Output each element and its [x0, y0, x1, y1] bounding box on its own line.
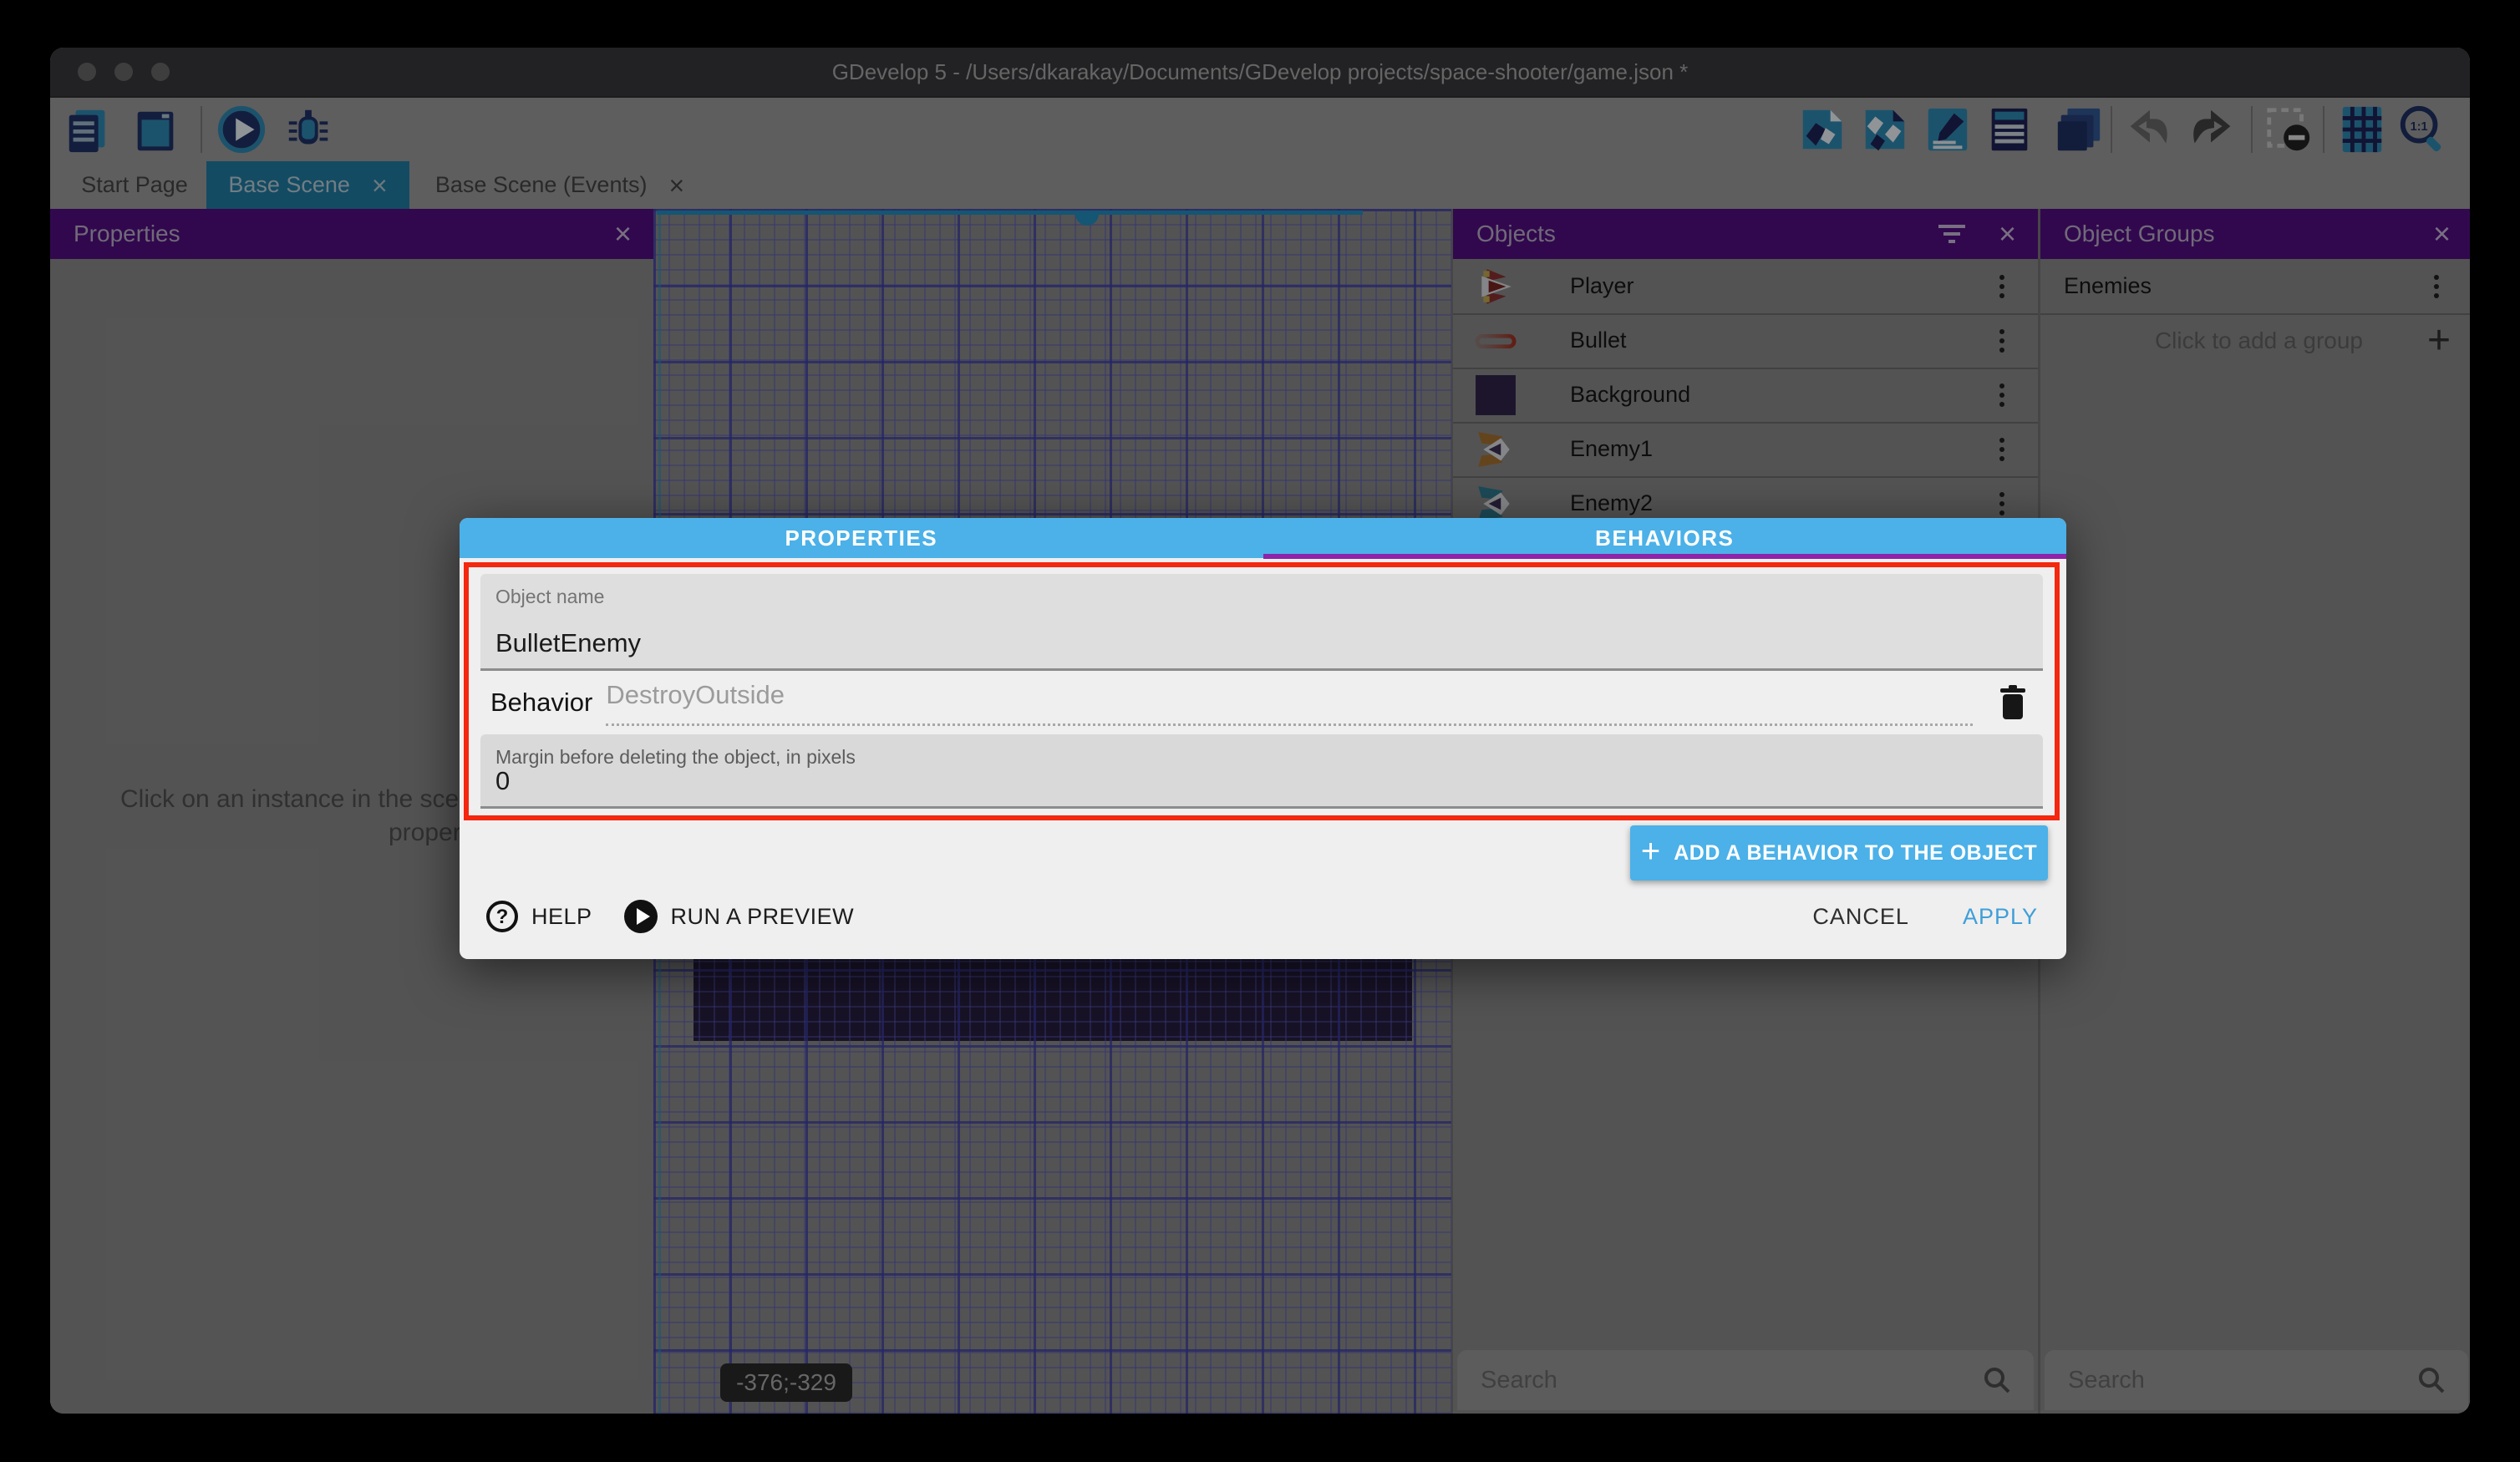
object-name-value: BulletEnemy [495, 628, 641, 658]
run-preview-label: RUN A PREVIEW [671, 904, 855, 930]
margin-label: Margin before deleting the object, in pi… [495, 746, 856, 769]
add-behavior-label: ADD A BEHAVIOR TO THE OBJECT [1674, 841, 2037, 866]
cancel-button[interactable]: CANCEL [1812, 904, 1909, 930]
run-preview-button[interactable]: RUN A PREVIEW [622, 898, 855, 935]
help-icon: ? [485, 899, 520, 934]
apply-button[interactable]: APPLY [1963, 904, 2038, 930]
dialog-tab-properties[interactable]: PROPERTIES [460, 518, 1263, 558]
margin-field[interactable]: Margin before deleting the object, in pi… [480, 734, 2043, 809]
active-tab-indicator [1263, 554, 2067, 559]
annotation-highlight-box: Object name BulletEnemy Behavior Destroy… [464, 562, 2060, 820]
dialog-footer: ? HELP RUN A PREVIEW CANCEL APPLY [485, 892, 2038, 941]
gdevelop-window: GDevelop 5 - /Users/dkarakay/Documents/G… [50, 48, 2470, 1414]
dialog-tab-header: PROPERTIES BEHAVIORS [460, 518, 2066, 558]
trash-icon [1998, 684, 2028, 721]
svg-text:?: ? [496, 906, 509, 928]
object-name-label: Object name [495, 586, 604, 608]
behavior-name-value: DestroyOutside [606, 680, 785, 710]
behavior-name-field[interactable]: DestroyOutside [606, 680, 1973, 726]
tab-label: BEHAVIORS [1595, 525, 1734, 551]
object-editor-dialog: PROPERTIES BEHAVIORS Object name BulletE… [460, 518, 2066, 959]
help-label: HELP [531, 904, 592, 930]
plus-icon: + [1641, 835, 1660, 868]
delete-behavior-button[interactable] [1994, 681, 2031, 724]
margin-value: 0 [495, 766, 510, 796]
object-name-field[interactable]: Object name BulletEnemy [480, 574, 2043, 671]
behavior-row: Behavior DestroyOutside [474, 673, 2050, 732]
behavior-label: Behavior [490, 688, 592, 718]
add-behavior-button[interactable]: + ADD A BEHAVIOR TO THE OBJECT [1630, 825, 2048, 881]
help-button[interactable]: ? HELP [485, 899, 592, 934]
tab-label: PROPERTIES [785, 525, 937, 551]
dialog-tab-behaviors[interactable]: BEHAVIORS [1263, 518, 2067, 558]
play-icon [622, 898, 659, 935]
